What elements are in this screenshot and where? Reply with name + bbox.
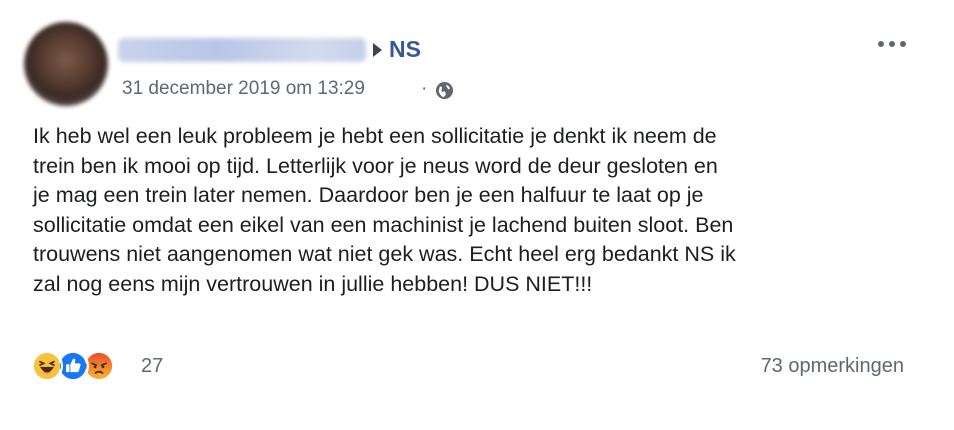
timestamp-separator: · <box>421 78 428 99</box>
reactions-summary[interactable] <box>31 350 141 382</box>
play-arrow-icon <box>373 43 382 57</box>
post-line: sollicitatie omdat een eikel van een mac… <box>33 212 734 237</box>
facebook-post: NS 31 december 2019 om 13:29 · Ik heb we… <box>0 0 954 430</box>
author-avatar[interactable] <box>24 22 108 106</box>
post-line: je mag een trein later nemen. Daardoor b… <box>33 183 704 207</box>
post-timestamp[interactable]: 31 december 2019 om 13:29 <box>122 78 365 100</box>
post-line: trouwens niet aangenomen wat niet gek wa… <box>33 242 736 266</box>
post-line: trein ben ik mooi op tijd. Letterlijk vo… <box>33 153 718 178</box>
post-body: Ik heb wel een leuk probleem je hebt een… <box>33 122 913 299</box>
post-line: zal nog eens mijn vertrouwen in jullie h… <box>33 271 593 296</box>
author-name-blurred[interactable] <box>118 38 366 62</box>
target-page-link[interactable]: NS <box>389 36 421 63</box>
more-options-icon[interactable] <box>878 38 908 50</box>
haha-reaction-icon <box>31 350 63 382</box>
reaction-count[interactable]: 27 <box>141 355 163 378</box>
globe-icon <box>435 81 454 100</box>
comments-count-link[interactable]: 73 opmerkingen <box>761 355 904 378</box>
post-line: Ik heb wel een leuk probleem je hebt een… <box>33 124 717 148</box>
